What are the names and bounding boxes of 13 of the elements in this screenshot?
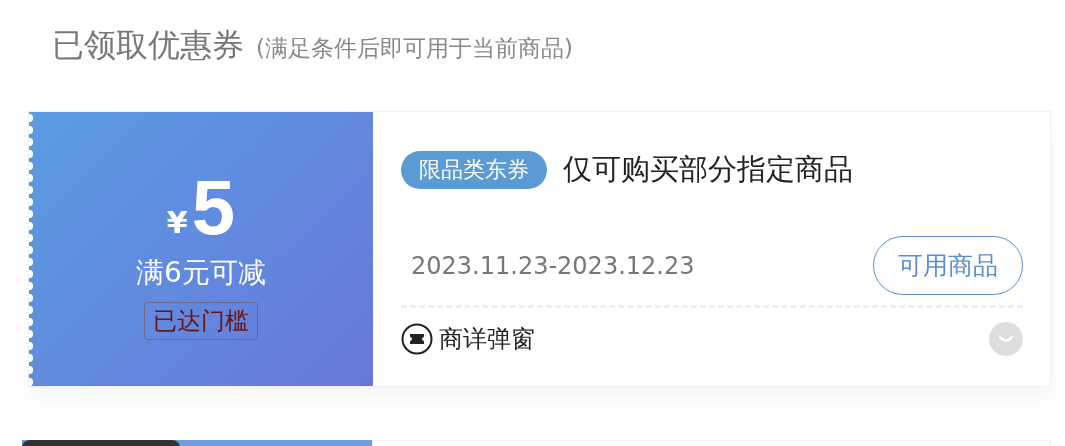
coupon-amount: 5 <box>191 168 236 246</box>
section-title: 已领取优惠券 <box>52 25 244 66</box>
expand-icon[interactable] <box>989 322 1023 356</box>
footer-note: 商详弹窗 <box>439 324 536 355</box>
category-tag: 限品类东券 <box>401 151 547 189</box>
section-subtitle: (满足条件后即可用于当前商品) <box>256 34 573 63</box>
threshold-badge: 已达门槛 <box>144 302 258 340</box>
coupon-condition: 满6元可减 <box>136 255 266 291</box>
ticket-icon <box>401 323 433 355</box>
coupon-description: 仅可购买部分指定商品 <box>563 151 853 188</box>
currency-symbol: ¥ <box>166 208 188 238</box>
validity-period: 2023.11.23-2023.12.23 <box>411 251 695 280</box>
available-products-button[interactable]: 可用商品 <box>873 236 1023 295</box>
